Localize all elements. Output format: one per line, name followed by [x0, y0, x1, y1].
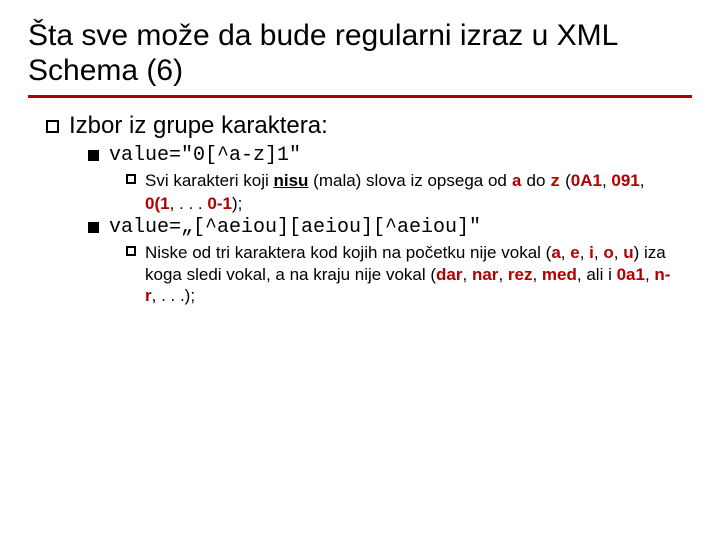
desc-1: Svi karakteri koji nisu (mala) slova iz … — [145, 170, 675, 215]
bullet-l2: value=„[^aeiou][aeiou][^aeiou]" — [88, 216, 692, 240]
title-underline — [28, 95, 692, 98]
square-open-icon — [46, 120, 59, 133]
square-solid-icon — [88, 150, 99, 161]
bullet-l3: Niske od tri karaktera kod kojih na poče… — [126, 242, 692, 306]
slide-title: Šta sve može da bude regularni izraz u X… — [28, 18, 692, 89]
bullet-l1: Izbor iz grupe karaktera: — [46, 112, 692, 140]
square-open-icon — [126, 246, 136, 256]
square-open-icon — [126, 174, 136, 184]
desc-2: Niske od tri karaktera kod kojih na poče… — [145, 242, 675, 306]
bullet-l3: Svi karakteri koji nisu (mala) slova iz … — [126, 170, 692, 215]
bullet-l2: value="0[^a-z]1" — [88, 144, 692, 168]
l1-text: Izbor iz grupe karaktera: — [69, 112, 328, 140]
code-value-1: value="0[^a-z]1" — [109, 144, 301, 168]
code-value-2: value=„[^aeiou][aeiou][^aeiou]" — [109, 216, 481, 240]
square-solid-icon — [88, 222, 99, 233]
